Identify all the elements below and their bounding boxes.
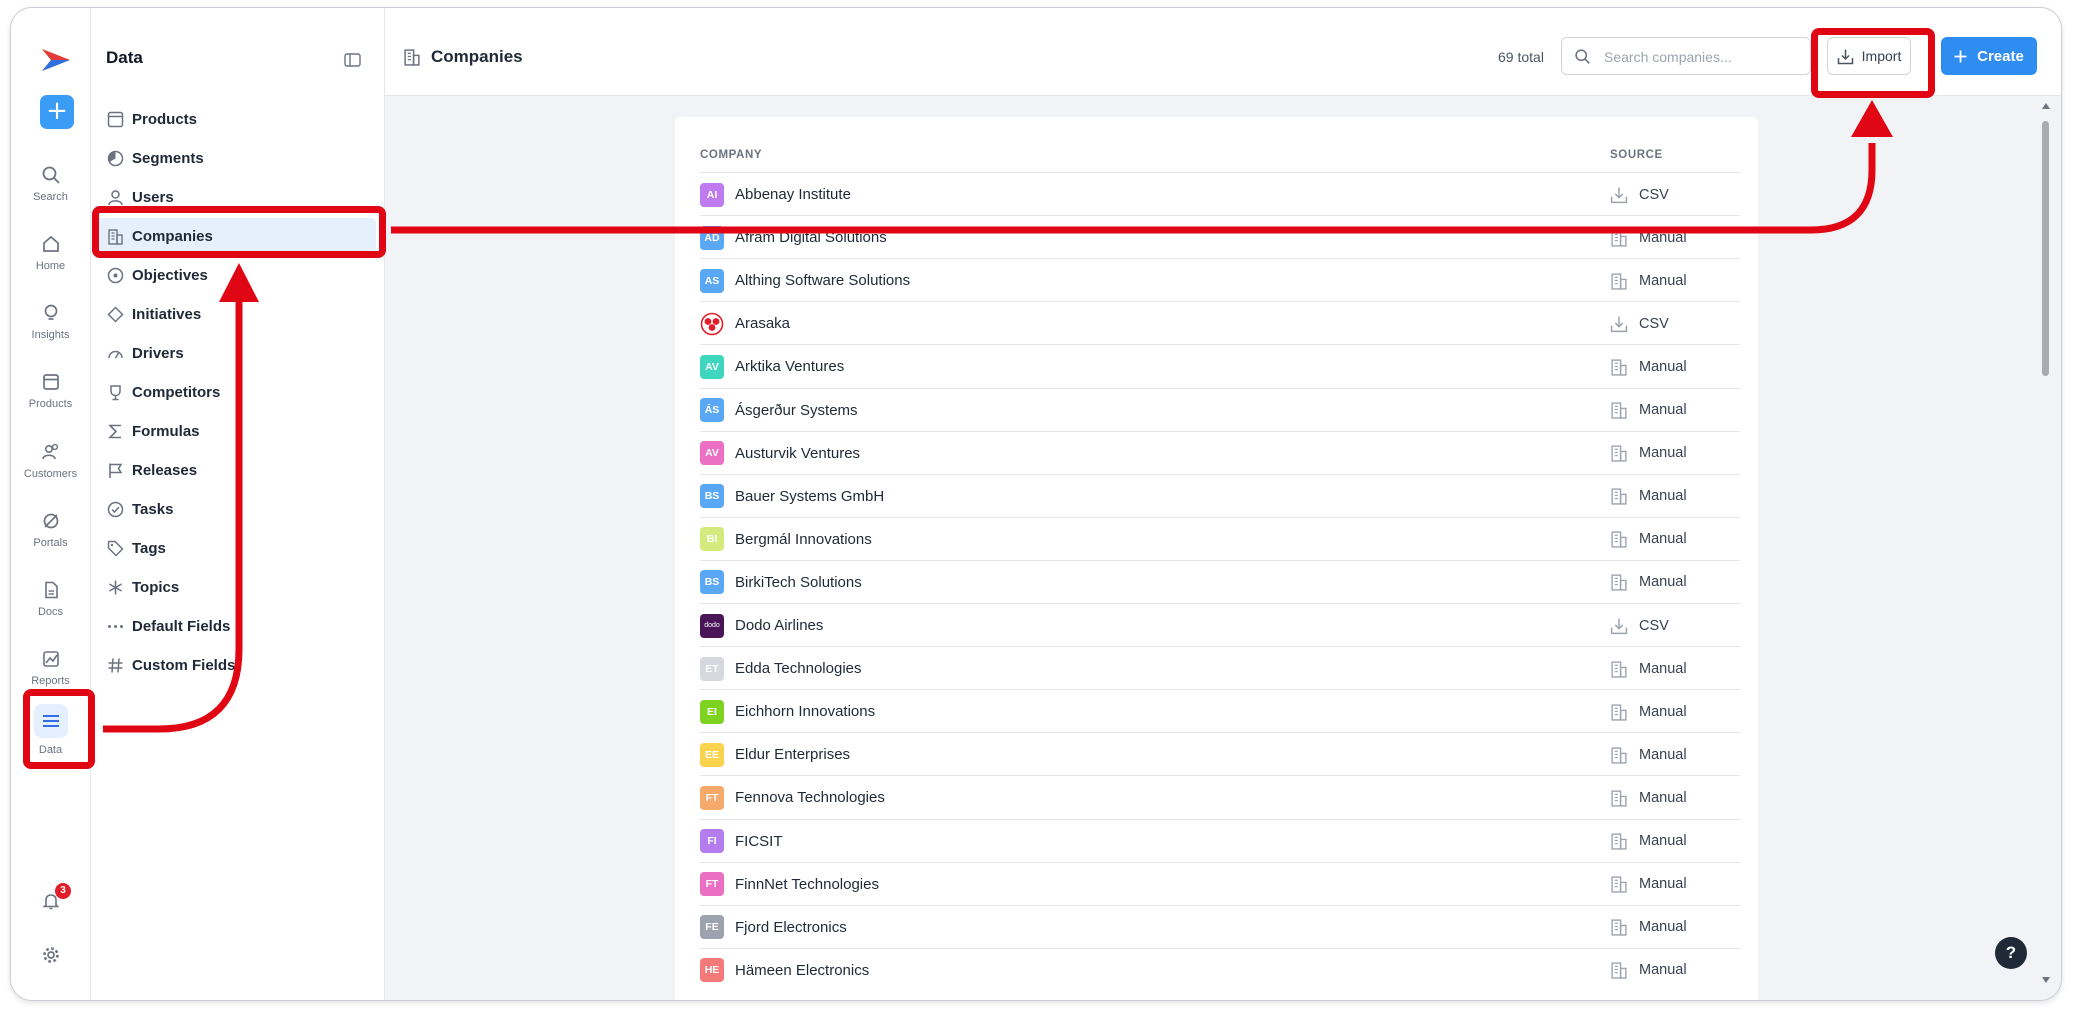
- arrow-companies-to-import: [391, 143, 1876, 234]
- arrowhead-import: [1851, 100, 1893, 137]
- annotation-arrows: [103, 100, 1893, 733]
- arrowhead-companies: [219, 263, 259, 302]
- arrow-data-to-companies: [103, 298, 243, 733]
- app-window: + Search Home Insights Products Customer…: [10, 7, 2062, 1001]
